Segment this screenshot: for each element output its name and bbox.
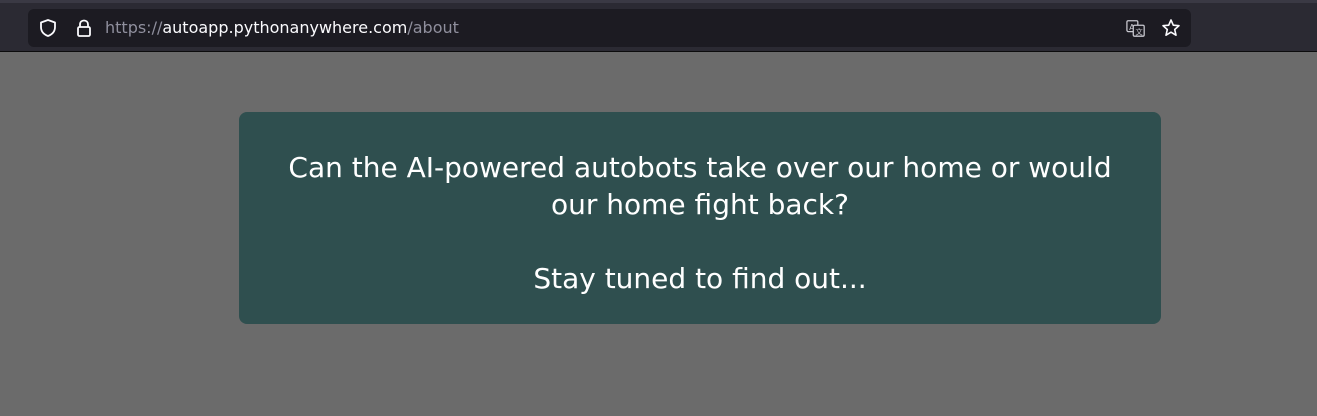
- shield-icon[interactable]: [38, 18, 58, 38]
- lock-icon[interactable]: [74, 18, 94, 38]
- star-icon[interactable]: [1161, 18, 1181, 38]
- address-bar[interactable]: https://autoapp.pythonanywhere.com/about…: [28, 9, 1191, 47]
- browser-toolbar: https://autoapp.pythonanywhere.com/about…: [0, 0, 1317, 52]
- url-host: autoapp.pythonanywhere.com: [162, 18, 408, 37]
- about-tagline: Stay tuned to find out...: [533, 262, 867, 295]
- translate-icon[interactable]: A 文: [1126, 18, 1146, 38]
- about-card: Can the AI-powered autobots take over ou…: [239, 112, 1161, 324]
- about-message: Can the AI-powered autobots take over ou…: [288, 151, 1112, 221]
- url-path: /about: [407, 18, 459, 37]
- url-text[interactable]: https://autoapp.pythonanywhere.com/about: [105, 9, 459, 47]
- svg-text:文: 文: [1136, 27, 1144, 36]
- url-scheme: https://: [105, 18, 163, 37]
